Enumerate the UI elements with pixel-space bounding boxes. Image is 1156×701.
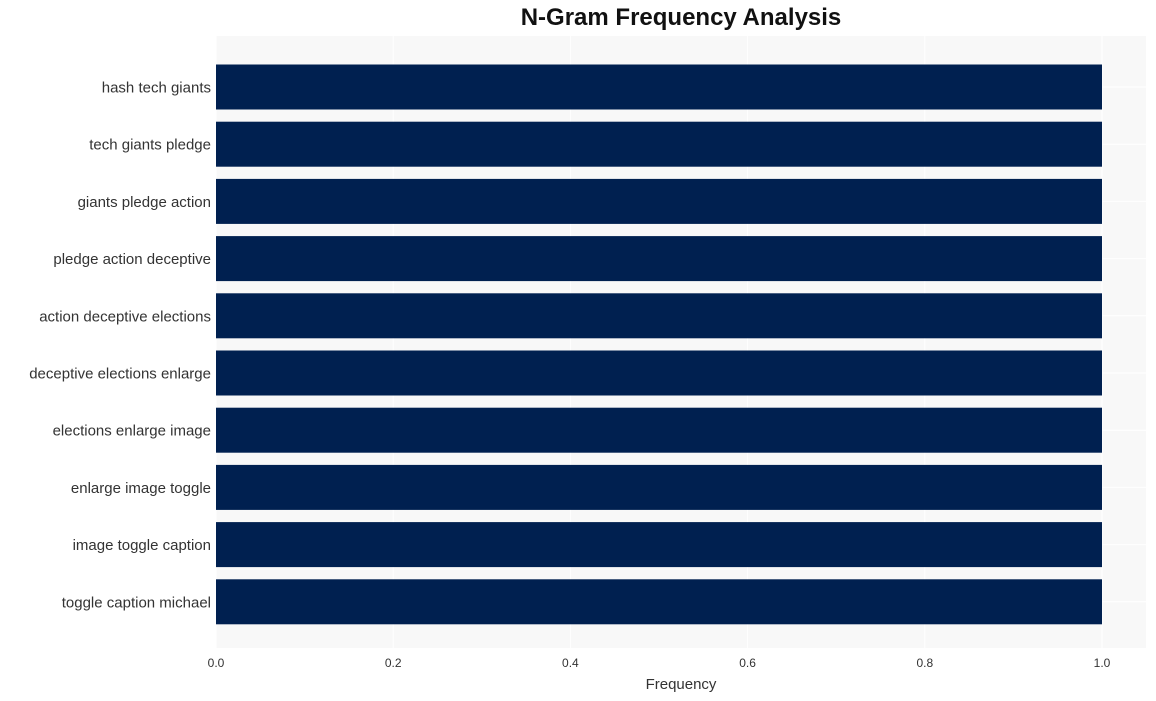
y-tick-label: enlarge image toggle (71, 480, 211, 497)
x-tick-label: 0.6 (739, 656, 756, 670)
x-tick-label: 0.8 (916, 656, 933, 670)
bar (216, 178, 1102, 224)
bar (216, 121, 1102, 167)
y-tick-label: action deceptive elections (39, 308, 211, 325)
bar (216, 464, 1102, 510)
y-tick-label: image toggle caption (73, 537, 211, 554)
y-tick-labels: hash tech giants tech giants pledge giants… (29, 80, 211, 612)
y-tick-label: toggle caption michael (62, 594, 211, 611)
x-tick-label: 0.0 (208, 656, 225, 670)
x-tick-labels: 0.0 0.2 0.4 0.6 0.8 1.0 (208, 656, 1111, 670)
x-axis-label: Frequency (646, 676, 717, 693)
bar (216, 407, 1102, 453)
bar (216, 293, 1102, 339)
y-tick-label: giants pledge action (78, 194, 211, 211)
bar (216, 579, 1102, 625)
x-tick-label: 1.0 (1094, 656, 1111, 670)
y-tick-label: deceptive elections enlarge (29, 366, 211, 383)
bar (216, 64, 1102, 110)
y-tick-label: hash tech giants (102, 80, 211, 97)
x-tick-label: 0.2 (385, 656, 402, 670)
y-tick-label: tech giants pledge (89, 137, 211, 154)
bar (216, 522, 1102, 568)
bar (216, 350, 1102, 396)
y-tick-label: elections enlarge image (53, 423, 211, 440)
bar-chart: hash tech giants tech giants pledge giants… (29, 36, 1146, 693)
y-tick-label: pledge action deceptive (53, 251, 211, 268)
bar (216, 236, 1102, 282)
x-tick-label: 0.4 (562, 656, 579, 670)
